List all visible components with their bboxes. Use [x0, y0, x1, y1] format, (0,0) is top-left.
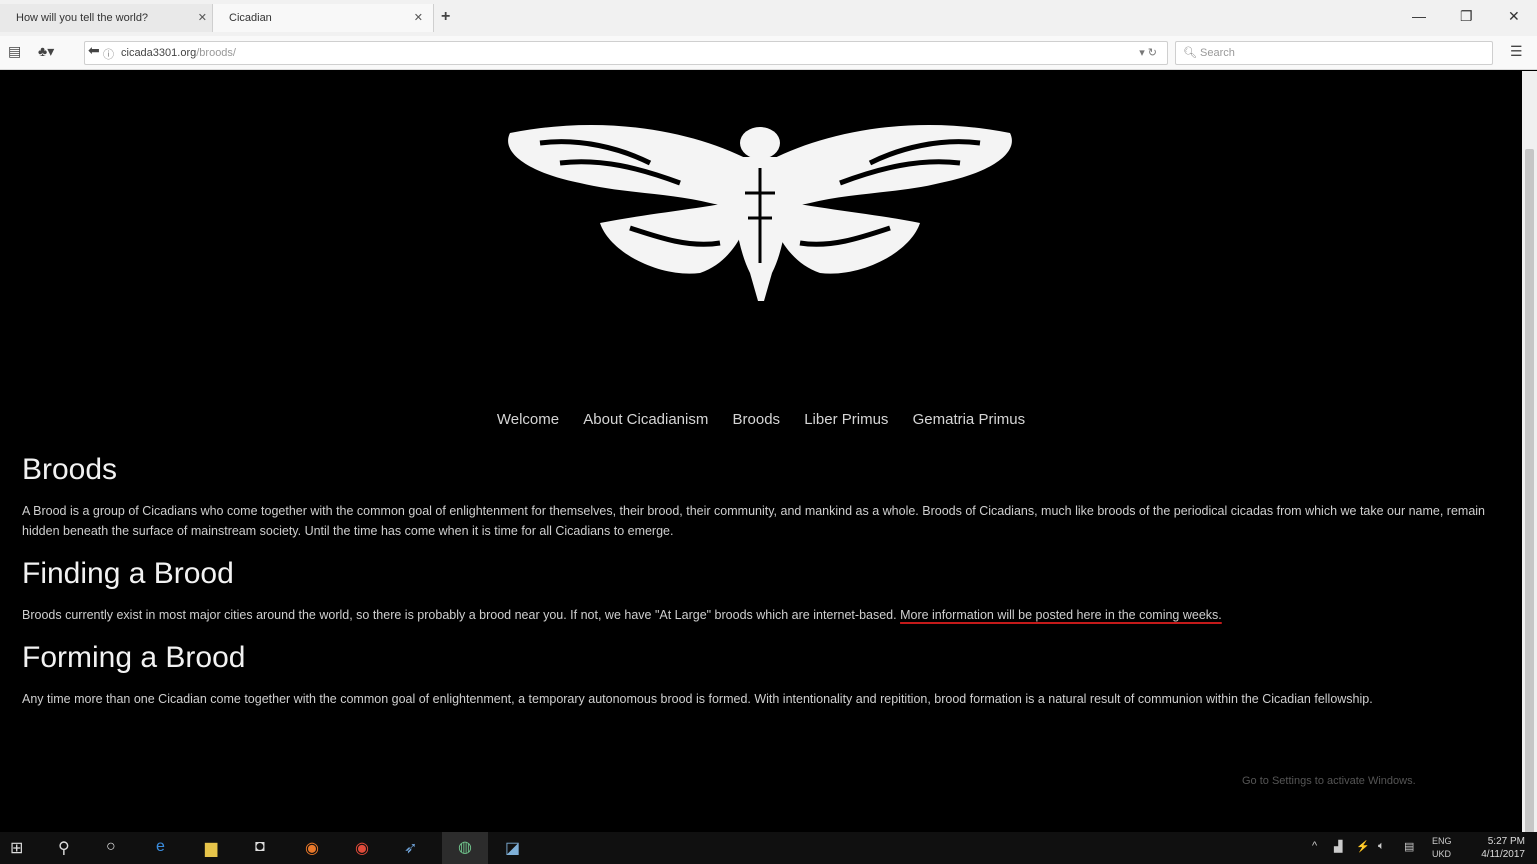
paragraph-broods: A Brood is a group of Cicadians who come…: [22, 504, 1486, 538]
sidebar-icon[interactable]: ▤: [8, 43, 21, 60]
task-view-icon[interactable]: ○: [106, 838, 116, 856]
search-placeholder: Search: [1200, 47, 1235, 59]
tab-how-will-you-tell[interactable]: How will you tell the world? ✕: [0, 4, 218, 32]
nav-broods[interactable]: Broods: [733, 411, 781, 428]
tab-cicadian[interactable]: Cicadian ✕: [212, 4, 434, 32]
active-app-icon[interactable]: ◍: [442, 832, 488, 864]
edge-icon[interactable]: e: [156, 838, 165, 856]
tab-close-icon[interactable]: ✕: [414, 4, 423, 32]
paragraph-finding-a-brood: Broods currently exist in most major cit…: [22, 605, 1492, 625]
clock[interactable]: 5:27 PM 4/11/2017: [1481, 835, 1525, 861]
reload-icon[interactable]: ▾ ↻: [1139, 46, 1157, 59]
heading-broods: Broods: [22, 453, 118, 486]
hamburger-menu-icon[interactable]: ☰: [1510, 43, 1523, 60]
tab-close-icon[interactable]: ✕: [198, 4, 207, 32]
nav-liber-primus[interactable]: Liber Primus: [804, 411, 888, 428]
site-info-icon[interactable]: ⓘ: [103, 46, 114, 62]
firefox-icon[interactable]: ◉: [305, 838, 319, 858]
volume-icon[interactable]: 🔈︎: [1378, 840, 1385, 853]
search-icon[interactable]: ⚲: [58, 838, 70, 858]
lang-top: ENG: [1432, 836, 1452, 846]
heading-forming-a-brood: Forming a Brood: [22, 641, 246, 674]
page-scrollbar[interactable]: [1522, 71, 1537, 839]
url-domain: cicada3301.org: [121, 47, 197, 59]
back-arrow-icon[interactable]: ⬅: [88, 42, 100, 59]
search-icon: 🔍︎: [1183, 47, 1197, 59]
web-page: Welcome About Cicadianism Broods Liber P…: [0, 71, 1522, 832]
url-bar[interactable]: ⓘ cicada3301.org/broods/ ▾ ↻: [84, 41, 1168, 65]
lang-bottom: UKD: [1432, 849, 1452, 859]
windows-taskbar: ⊞ ⚲ ○ e ▆ ◘ ◉ ◉ ➶ ◍ ◪ ^ ▟ ⚡ 🔈︎ ▤ ENG UKD…: [0, 832, 1537, 864]
close-window-icon[interactable]: ✕: [1508, 8, 1520, 25]
site-nav: Welcome About Cicadianism Broods Liber P…: [0, 411, 1522, 428]
browser-tab-bar: How will you tell the world? ✕ Cicadian …: [0, 0, 1537, 36]
notification-icon[interactable]: ▤: [1404, 840, 1414, 853]
nav-about-cicadianism[interactable]: About Cicadianism: [583, 411, 708, 428]
heading-finding-a-brood: Finding a Brood: [22, 557, 234, 590]
extension-robot-icon[interactable]: ♣▾: [38, 43, 54, 60]
url-text: cicada3301.org/broods/: [121, 47, 236, 59]
minimize-icon[interactable]: —: [1412, 8, 1426, 24]
finding-text: Broods currently exist in most major cit…: [22, 608, 901, 622]
tab-title: How will you tell the world?: [16, 12, 149, 24]
activate-windows-watermark: Go to Settings to activate Windows.: [1242, 775, 1416, 787]
clock-time: 5:27 PM: [1487, 836, 1525, 847]
power-icon[interactable]: ⚡: [1356, 840, 1370, 853]
restore-icon[interactable]: ❐: [1460, 8, 1473, 25]
paragraph-forming-a-brood: Any time more than one Cicadian come tog…: [22, 692, 1373, 706]
search-box[interactable]: 🔍︎ Search: [1175, 41, 1493, 65]
app-icon[interactable]: ◪: [505, 838, 520, 858]
store-icon[interactable]: ◘: [255, 838, 265, 856]
url-path: /broods/: [196, 47, 236, 59]
clock-date: 4/11/2017: [1481, 849, 1525, 860]
new-tab-plus-icon[interactable]: +: [441, 8, 450, 26]
tab-title: Cicadian: [229, 12, 272, 24]
steam-icon[interactable]: ➶: [404, 838, 417, 858]
network-icon[interactable]: ▟: [1334, 840, 1342, 853]
cicada-logo: [508, 124, 1012, 301]
language-indicator[interactable]: ENG UKD: [1432, 835, 1452, 861]
start-windows-icon[interactable]: ⊞: [10, 838, 23, 858]
nav-welcome[interactable]: Welcome: [497, 411, 559, 428]
page-content: Broods A Brood is a group of Cicadians w…: [22, 451, 1492, 723]
scroll-thumb[interactable]: [1525, 149, 1534, 839]
nav-gematria-primus[interactable]: Gematria Primus: [913, 411, 1026, 428]
tray-chevron-icon[interactable]: ^: [1312, 840, 1317, 852]
file-explorer-icon[interactable]: ▆: [205, 838, 217, 858]
chrome-icon[interactable]: ◉: [355, 838, 369, 858]
browser-nav-bar: ▤ ♣▾ ⓘ cicada3301.org/broods/ ▾ ↻ ⬅ 🔍︎ S…: [0, 36, 1537, 70]
more-information-text: More information will be posted here in …: [900, 608, 1222, 622]
